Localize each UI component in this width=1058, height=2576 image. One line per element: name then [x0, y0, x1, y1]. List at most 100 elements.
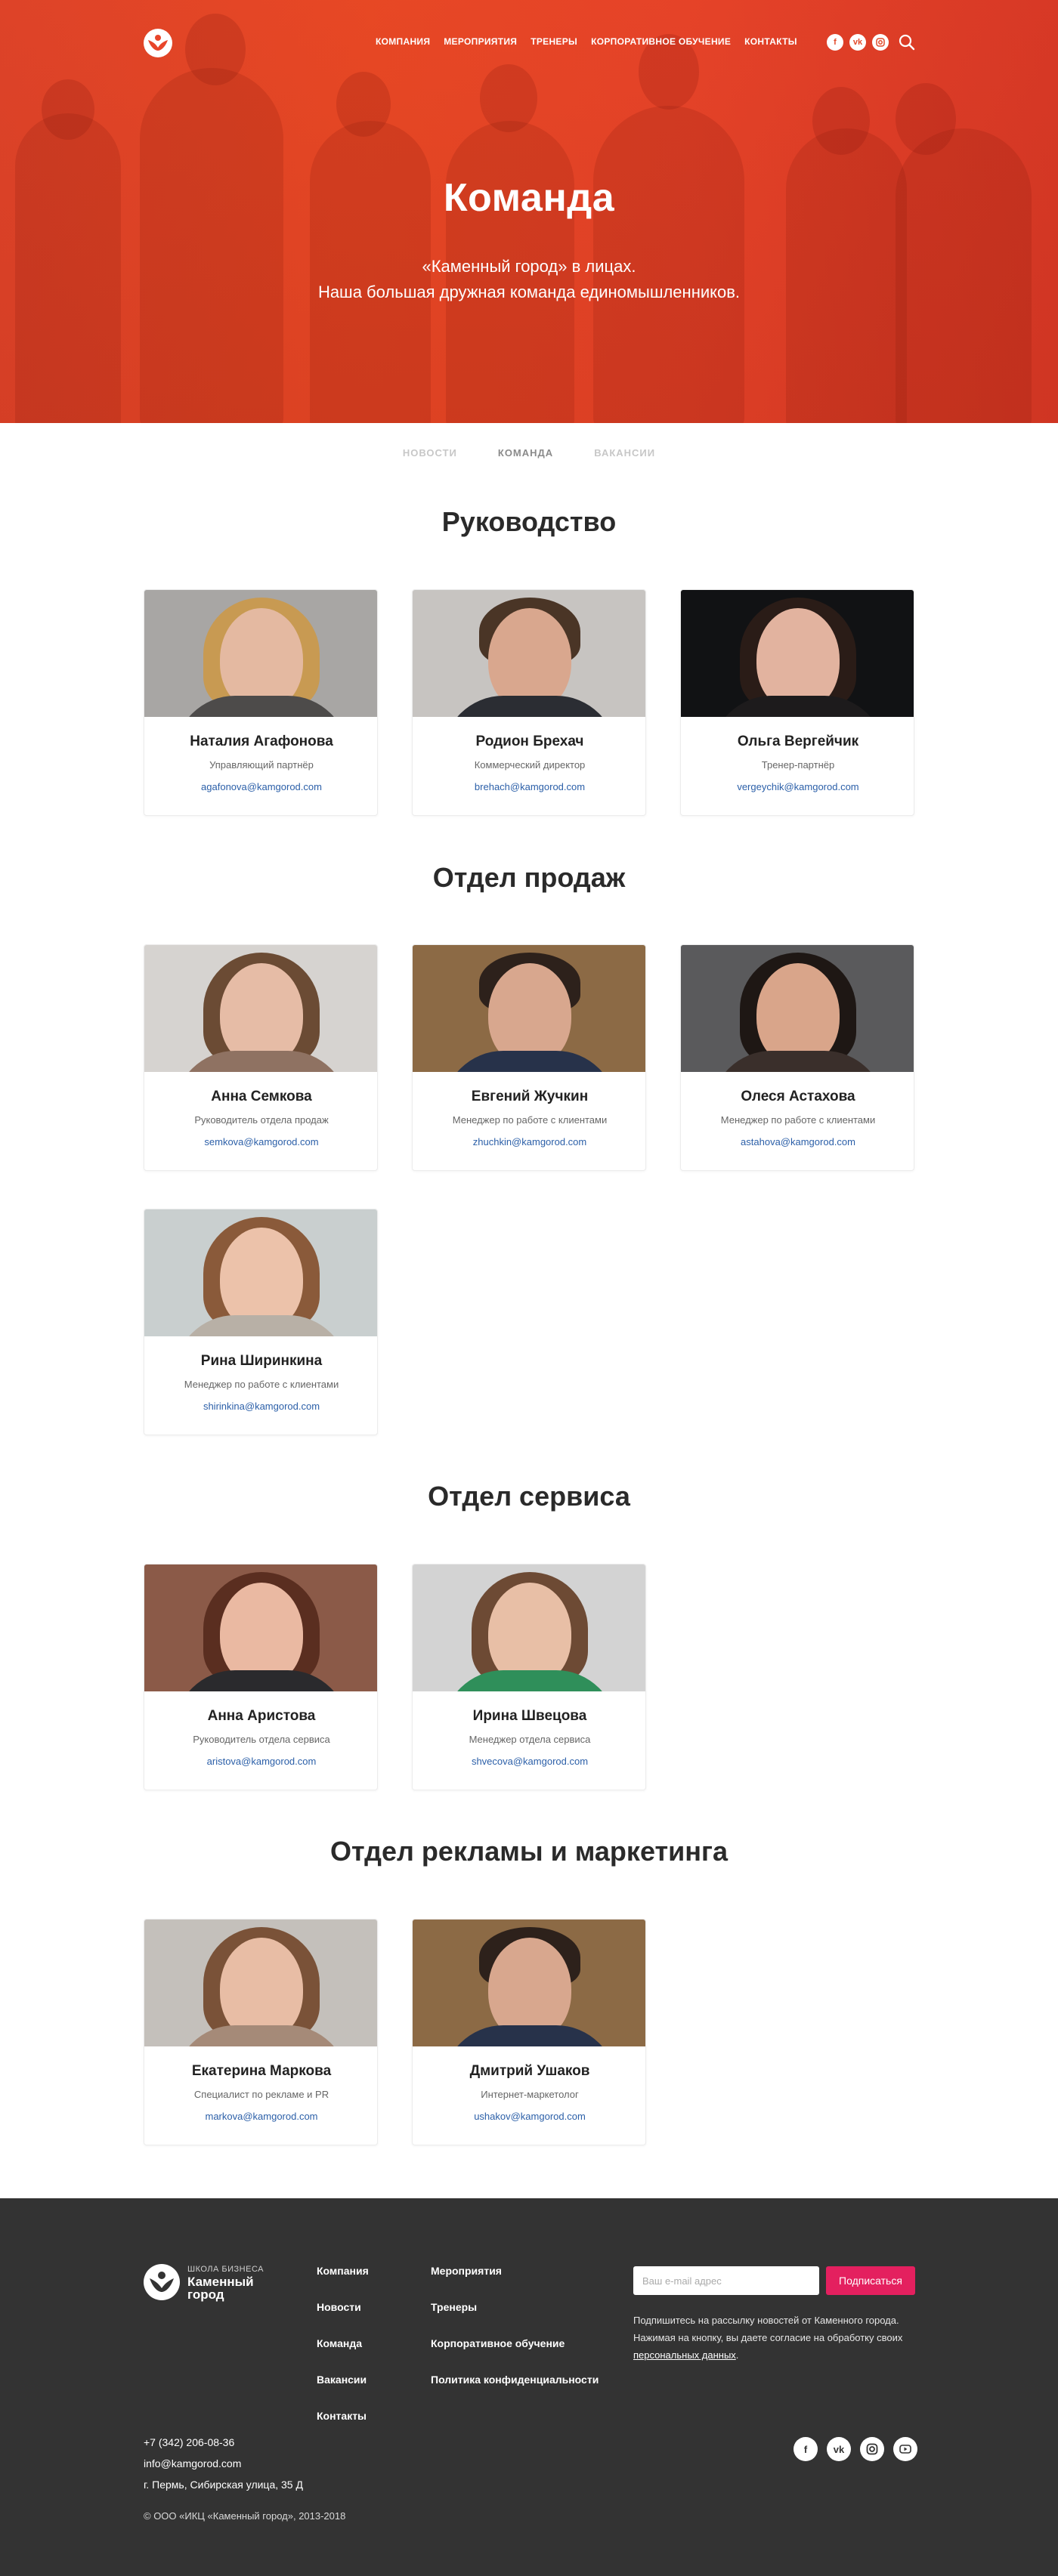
tab-vacancies[interactable]: Вакансии: [594, 447, 655, 459]
facebook-icon[interactable]: f: [794, 2437, 818, 2461]
footer-socials: f vk: [794, 2437, 917, 2461]
section-title-service: Отдел сервиса: [428, 1481, 630, 1512]
member-name: Олеся Астахова: [741, 1089, 855, 1104]
member-name: Анна Семкова: [211, 1089, 312, 1104]
newsletter-note-text: Подпишитесь на рассылку новостей от Каме…: [633, 2315, 903, 2343]
team-photo: [144, 945, 377, 1072]
team-card: Дмитрий Ушаков Интернет-маркетолог ushak…: [412, 1919, 646, 2145]
member-name: Родион Брехач: [475, 734, 584, 749]
team-card: Родион Брехач Коммерческий директор breh…: [412, 589, 646, 816]
facebook-icon[interactable]: f: [827, 34, 843, 51]
instagram-icon[interactable]: [872, 34, 889, 51]
member-role: Руководитель отдела сервиса: [193, 1734, 330, 1745]
member-role: Тренер-партнёр: [761, 759, 835, 771]
youtube-icon[interactable]: [893, 2437, 917, 2461]
logo-name: Каменный город: [187, 2275, 254, 2302]
member-name: Евгений Жучкин: [471, 1089, 589, 1104]
photo-clothes: [443, 1670, 617, 1691]
subscribe-button[interactable]: Подписаться: [826, 2266, 915, 2295]
team-photo: [144, 1920, 377, 2046]
photo-clothes: [711, 696, 885, 717]
member-email-link[interactable]: markova@kamgorod.com: [144, 2111, 377, 2122]
hero-subtitle-line: «Каменный город» в лицах.: [422, 257, 636, 276]
footer-link-contacts[interactable]: Контакты: [317, 2409, 369, 2445]
nav-item-corporate[interactable]: Корпоративное обучение: [591, 36, 731, 47]
member-email-link[interactable]: agafonova@kamgorod.com: [144, 781, 377, 792]
team-card: Ирина Швецова Менеджер отдела сервиса sh…: [412, 1564, 646, 1790]
footer-contacts: +7 (342) 206-08-36 info@kamgorod.com г. …: [144, 2435, 303, 2499]
footer-link-corporate[interactable]: Корпоративное обучение: [431, 2337, 599, 2373]
member-name: Дмитрий Ушаков: [469, 2063, 590, 2079]
member-name: Анна Аристова: [207, 1708, 316, 1724]
footer-address: г. Пермь, Сибирская улица, 35 Д: [144, 2479, 303, 2491]
footer-link-news[interactable]: Новости: [317, 2300, 369, 2337]
logo-icon: [144, 2264, 180, 2300]
photo-clothes: [175, 1315, 348, 1336]
instagram-icon[interactable]: [860, 2437, 884, 2461]
team-card: Евгений Жучкин Менеджер по работе с клие…: [412, 944, 646, 1171]
team-photo: [144, 590, 377, 717]
vk-icon[interactable]: vk: [827, 2437, 851, 2461]
footer-phone[interactable]: +7 (342) 206-08-36: [144, 2435, 303, 2457]
tab-news[interactable]: Новости: [403, 447, 457, 459]
logo-icon[interactable]: [144, 29, 172, 57]
member-role: Интернет-маркетолог: [481, 2089, 579, 2100]
member-role: Менеджер отдела сервиса: [469, 1734, 591, 1745]
nav-item-contacts[interactable]: Контакты: [744, 36, 797, 47]
nav-item-company[interactable]: Компания: [376, 36, 430, 47]
section-title-management: Руководство: [441, 506, 617, 537]
team-card: Екатерина Маркова Специалист по рекламе …: [144, 1919, 378, 2145]
footer-link-team[interactable]: Команда: [317, 2337, 369, 2373]
footer-nav-col-1: Компания Новости Команда Вакансии Контак…: [317, 2264, 369, 2445]
team-photo: [413, 1564, 645, 1691]
team-photo: [413, 590, 645, 717]
footer-link-trainers[interactable]: Тренеры: [431, 2300, 599, 2337]
member-email-link[interactable]: aristova@kamgorod.com: [144, 1756, 377, 1767]
nav-item-events[interactable]: Мероприятия: [444, 36, 517, 47]
copyright: © ООО «ИКЦ «Каменный город», 2013-2018: [144, 2510, 346, 2522]
search-icon[interactable]: [898, 33, 916, 51]
personal-data-link[interactable]: персональных данных: [633, 2349, 736, 2361]
member-email-link[interactable]: zhuchkin@kamgorod.com: [413, 1136, 645, 1147]
team-photo: [144, 1564, 377, 1691]
member-role: Специалист по рекламе и PR: [193, 2089, 329, 2100]
section-tabs: Новости Команда Вакансии: [0, 447, 1058, 459]
member-email-link[interactable]: astahova@kamgorod.com: [681, 1136, 914, 1147]
member-email-link[interactable]: shirinkina@kamgorod.com: [144, 1401, 377, 1412]
header-socials: f vk: [827, 34, 889, 51]
member-email-link[interactable]: ushakov@kamgorod.com: [413, 2111, 645, 2122]
footer-link-events[interactable]: Мероприятия: [431, 2264, 599, 2300]
member-role: Руководитель отдела продаж: [194, 1114, 329, 1126]
footer: Школа бизнеса Каменный город Компания Но…: [0, 2198, 1058, 2576]
newsletter-note: Подпишитесь на рассылку новостей от Каме…: [633, 2315, 903, 2361]
footer-logo[interactable]: Школа бизнеса Каменный город: [144, 2264, 287, 2305]
footer-email[interactable]: info@kamgorod.com: [144, 2457, 303, 2478]
team-photo: [144, 1209, 377, 1336]
member-email-link[interactable]: semkova@kamgorod.com: [144, 1136, 377, 1147]
member-email-link[interactable]: shvecova@kamgorod.com: [413, 1756, 645, 1767]
team-card: Рина Ширинкина Менеджер по работе с клие…: [144, 1209, 378, 1435]
page-title: Команда: [443, 176, 615, 220]
footer-link-company[interactable]: Компания: [317, 2264, 369, 2300]
newsletter-email-input[interactable]: [633, 2266, 819, 2295]
photo-clothes: [175, 2025, 348, 2046]
member-role: Управляющий партнёр: [209, 759, 314, 771]
team-card: Анна Семкова Руководитель отдела продаж …: [144, 944, 378, 1171]
member-role: Менеджер по работе с клиентами: [184, 1379, 339, 1390]
team-card: Олеся Астахова Менеджер по работе с клие…: [680, 944, 914, 1171]
member-email-link[interactable]: vergeychik@kamgorod.com: [681, 781, 914, 792]
member-role: Коммерческий директор: [474, 759, 586, 771]
nav-item-trainers[interactable]: Тренеры: [531, 36, 577, 47]
team-card: Анна Аристова Руководитель отдела сервис…: [144, 1564, 378, 1790]
team-photo: [413, 1920, 645, 2046]
team-card: Ольга Вергейчик Тренер-партнёр vergeychi…: [680, 589, 914, 816]
vk-icon[interactable]: vk: [849, 34, 866, 51]
footer-link-vacancies[interactable]: Вакансии: [317, 2373, 369, 2409]
photo-clothes: [711, 1051, 885, 1072]
footer-link-privacy[interactable]: Политика конфиденциальности: [431, 2373, 599, 2409]
section-title-marketing: Отдел рекламы и маркетинга: [329, 1836, 729, 1867]
photo-clothes: [175, 1670, 348, 1691]
footer-nav-col-2: Мероприятия Тренеры Корпоративное обучен…: [431, 2264, 599, 2409]
member-email-link[interactable]: brehach@kamgorod.com: [413, 781, 645, 792]
tab-team[interactable]: Команда: [498, 447, 553, 459]
